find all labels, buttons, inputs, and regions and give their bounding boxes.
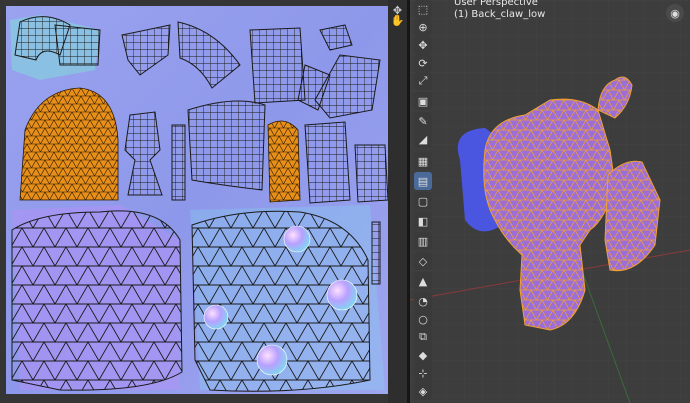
uv-editor[interactable]: ✥ ✋ <box>0 0 407 403</box>
extrude-tool[interactable]: ▤ <box>414 172 432 190</box>
navigation-gizmo-icon[interactable]: ◉ <box>666 4 684 22</box>
knife-tool[interactable]: ◇ <box>414 252 432 270</box>
select-box-tool[interactable]: ⬚ <box>414 0 432 18</box>
3d-viewport[interactable]: ⬚ ⊕ ✥ ⟳ ⤢ ▣ ✎ ◢ ▦ ▤ ▢ ◧ ▥ ◇ ▲ ◔ ○ ⧉ ◆ ⊹ … <box>410 0 690 403</box>
uv-tool-sidebar: ✥ ✋ <box>388 0 407 403</box>
shrink-tool[interactable]: ◆ <box>414 346 432 364</box>
viewport-toolbar: ⬚ ⊕ ✥ ⟳ ⤢ ▣ ✎ ◢ ▦ ▤ ▢ ◧ ▥ ◇ ▲ ◔ ○ ⧉ ◆ ⊹ … <box>410 0 436 403</box>
rotate-tool[interactable]: ⟳ <box>414 54 432 72</box>
viewport-scene[interactable] <box>410 0 690 403</box>
edge-slide-tool[interactable]: ⧉ <box>414 328 432 346</box>
inset-tool[interactable]: ▢ <box>414 192 432 210</box>
object-name-label: (1) Back_claw_low <box>454 9 546 20</box>
rip-tool[interactable]: ◈ <box>414 382 432 400</box>
loop-cut-tool[interactable]: ▥ <box>414 232 432 250</box>
shear-tool[interactable]: ⊹ <box>414 364 432 382</box>
measure-tool[interactable]: ◢ <box>414 130 432 148</box>
transform-tool[interactable]: ▣ <box>414 92 432 110</box>
smooth-tool[interactable]: ○ <box>414 310 432 328</box>
move-tool[interactable]: ✥ <box>414 36 432 54</box>
add-cube-tool[interactable]: ▦ <box>414 152 432 170</box>
bevel-tool[interactable]: ◧ <box>414 212 432 230</box>
annotate-tool[interactable]: ✎ <box>414 112 432 130</box>
scale-tool[interactable]: ⤢ <box>414 72 432 90</box>
cursor-tool[interactable]: ⊕ <box>414 18 432 36</box>
spin-tool[interactable]: ◔ <box>414 292 432 310</box>
hand-icon[interactable]: ✋ <box>390 13 405 28</box>
poly-build-tool[interactable]: ▲ <box>414 272 432 290</box>
view-name-label: User Perspective <box>454 0 538 8</box>
uv-texture-canvas[interactable] <box>0 0 398 403</box>
